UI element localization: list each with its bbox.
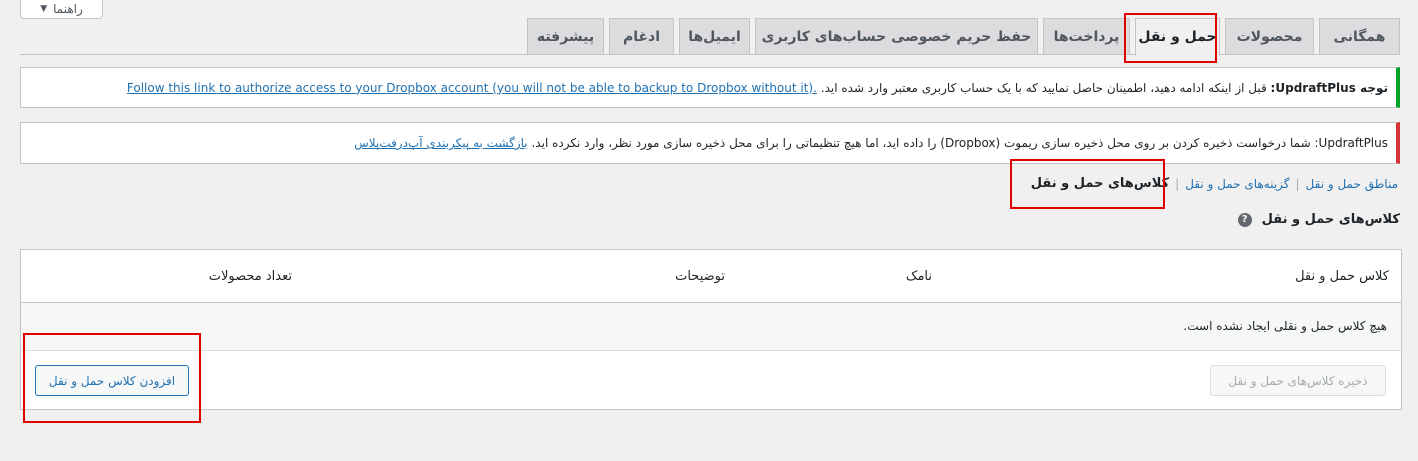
shipping-subnav: مناطق حمل و نقل | گزینه‌های حمل و نقل | … [1031, 176, 1398, 191]
tab-privacy[interactable]: حفظ حریم خصوصی حساب‌های کاربری [755, 18, 1038, 55]
section-title-text: کلاس‌های حمل و نقل [1261, 212, 1400, 227]
subnav-separator: | [1175, 176, 1180, 191]
subnav-shipping-classes[interactable]: کلاس‌های حمل و نقل [1031, 176, 1169, 191]
empty-message: هیچ کلاس حمل و نقلی ایجاد نشده است. [1183, 319, 1387, 333]
table-footer: ذخیره کلاس‌های حمل و نقل افزودن کلاس حمل… [21, 351, 1401, 409]
save-shipping-classes-button[interactable]: ذخیره کلاس‌های حمل و نقل [1210, 365, 1386, 396]
column-header-description: توضیحات [675, 269, 725, 284]
add-shipping-class-button[interactable]: افزودن کلاس حمل و نقل [35, 365, 189, 396]
help-tip-icon[interactable]: ? [1237, 212, 1252, 227]
tab-products[interactable]: محصولات [1225, 18, 1314, 55]
notice-title: توجه UpdraftPlus: [1270, 80, 1388, 95]
subnav-shipping-zones[interactable]: مناطق حمل و نقل [1306, 177, 1398, 191]
tab-integration[interactable]: ادغام [609, 18, 674, 55]
page-title: کلاس‌های حمل و نقل ? [1237, 212, 1400, 227]
updraft-error-notice: UpdraftPlus: شما درخواست ذخیره کردن بر ر… [20, 122, 1400, 164]
shipping-classes-table: کلاس حمل و نقل نامک توضیحات تعداد محصولا… [20, 249, 1402, 410]
notice-text: قبل از اینکه ادامه دهید، اطمینان حاصل نم… [820, 80, 1267, 95]
subnav-shipping-options[interactable]: گزینه‌های حمل و نقل [1185, 177, 1289, 191]
settings-tabs: همگانی محصولات حمل و نقل پرداخت‌ها حفظ ح… [527, 18, 1400, 56]
notice-text: شما درخواست ذخیره کردن بر روی محل ذخیره … [531, 136, 1311, 150]
table-header: کلاس حمل و نقل نامک توضیحات تعداد محصولا… [21, 250, 1401, 303]
tab-payments[interactable]: پرداخت‌ها [1043, 18, 1130, 55]
tab-shipping[interactable]: حمل و نقل [1135, 18, 1220, 56]
updraft-warning-notice: توجه UpdraftPlus: قبل از اینکه ادامه دهی… [20, 67, 1400, 108]
help-button[interactable]: راهنما ▼ [20, 0, 103, 19]
notice-title: UpdraftPlus: [1314, 136, 1389, 150]
empty-row: هیچ کلاس حمل و نقلی ایجاد نشده است. [21, 303, 1401, 351]
updraft-settings-link[interactable]: بازگشت به پیکربندی آپ‌درفت‌پلاس [354, 136, 528, 150]
help-label: راهنما [53, 1, 83, 16]
column-header-product-count: تعداد محصولات [208, 269, 292, 284]
subnav-separator: | [1295, 176, 1300, 191]
chevron-down-icon: ▼ [40, 3, 48, 14]
column-header-class: کلاس حمل و نقل [1295, 269, 1389, 284]
tab-advanced[interactable]: پیشرفته [527, 18, 604, 55]
tab-general[interactable]: همگانی [1319, 18, 1400, 55]
tab-emails[interactable]: ایمیل‌ها [679, 18, 750, 55]
dropbox-authorize-link[interactable]: Follow this link to authorize access to … [127, 81, 817, 95]
column-header-slug: نامک [905, 269, 932, 284]
